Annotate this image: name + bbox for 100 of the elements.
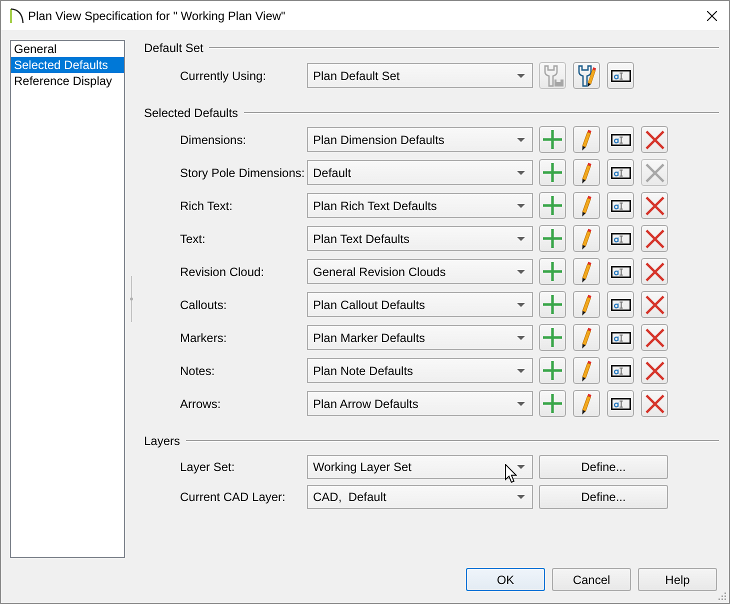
dialog-button[interactable]: Help <box>638 568 717 591</box>
field-label: Story Pole Dimensions: <box>180 166 306 180</box>
edit-button[interactable] <box>573 225 600 252</box>
field-label: Currently Using: <box>180 68 268 82</box>
text-style-button[interactable] <box>607 390 634 417</box>
pencil-icon <box>581 228 592 250</box>
section-heading: Layers <box>144 434 180 448</box>
add-button[interactable] <box>539 225 566 252</box>
add-button[interactable] <box>539 357 566 384</box>
field-label: Callouts: <box>180 298 228 312</box>
edit-button[interactable] <box>573 357 600 384</box>
pencil-icon <box>581 392 592 414</box>
caret-icon <box>517 368 525 372</box>
caret-icon <box>517 302 525 306</box>
field-label: Revision Cloud: <box>180 264 266 278</box>
add-button[interactable] <box>539 159 566 186</box>
dialog-button[interactable]: OK <box>466 568 545 591</box>
plus-icon <box>543 196 562 215</box>
field-label: Rich Text: <box>180 198 234 212</box>
dropdown[interactable]: Plan Dimension Defaults <box>307 127 533 152</box>
dropdown[interactable]: Default <box>307 160 533 185</box>
edit-button[interactable] <box>573 390 600 417</box>
section-heading: Default Set <box>144 41 204 55</box>
dropdown[interactable]: Plan Rich Text Defaults <box>307 193 533 218</box>
edit-button[interactable] <box>573 192 600 219</box>
text-style-button[interactable] <box>607 291 634 318</box>
field-label: Arrows: <box>180 396 222 410</box>
section-heading: Selected Defaults <box>144 106 238 120</box>
pencil-icon <box>581 194 592 216</box>
text-style-button[interactable] <box>607 225 634 252</box>
sidebar-item[interactable]: General <box>11 41 124 57</box>
caret-icon <box>517 270 525 274</box>
field-label: Notes: <box>180 364 216 378</box>
add-button[interactable] <box>539 390 566 417</box>
caret-icon <box>517 402 525 406</box>
text-style-button[interactable] <box>607 258 634 285</box>
add-button[interactable] <box>539 324 566 351</box>
text-box-icon <box>610 70 630 82</box>
add-button[interactable] <box>539 258 566 285</box>
plus-icon <box>543 394 562 413</box>
pencil-icon <box>581 128 592 150</box>
dropdown[interactable]: Plan Callout Defaults <box>307 292 533 317</box>
add-button[interactable] <box>539 126 566 153</box>
dropdown[interactable]: Plan Text Defaults <box>307 226 533 251</box>
dropdown[interactable]: Working Layer Set <box>307 455 533 479</box>
dropdown[interactable]: Plan Marker Defaults <box>307 325 533 350</box>
edit-button[interactable] <box>573 324 600 351</box>
text-style-button[interactable] <box>607 126 634 153</box>
pencil-icon <box>581 326 592 348</box>
field-label: Markers: <box>180 330 228 344</box>
sidebar-item[interactable]: Selected Defaults <box>11 57 124 73</box>
resize-grip-icon[interactable] <box>718 592 727 601</box>
mouse-pointer-icon <box>505 464 517 483</box>
text-style-button[interactable] <box>607 62 634 89</box>
text-box-icon <box>610 266 630 278</box>
caret-icon <box>517 204 525 208</box>
window-title: Plan View Specification for " Working Plan View" <box>28 8 286 22</box>
text-style-button[interactable] <box>607 159 634 186</box>
caret-icon <box>517 138 525 142</box>
sidebar-item[interactable]: Reference Display <box>11 73 124 89</box>
dropdown[interactable]: General Revision Clouds <box>307 259 533 284</box>
plus-icon <box>543 130 562 149</box>
splitter-handle[interactable] <box>130 276 133 322</box>
add-button[interactable] <box>539 192 566 219</box>
pencil-icon <box>581 294 592 316</box>
wrench-pencil-icon <box>576 64 598 86</box>
caret-icon <box>517 236 525 240</box>
pencil-icon <box>581 360 592 382</box>
add-button[interactable] <box>539 291 566 318</box>
plus-icon <box>543 229 562 248</box>
text-style-button[interactable] <box>607 324 634 351</box>
text-style-button[interactable] <box>607 192 634 219</box>
caret-icon <box>517 495 525 499</box>
define-button[interactable]: Define... <box>539 455 668 479</box>
dropdown[interactable]: Plan Note Defaults <box>307 358 533 383</box>
dropdown[interactable]: Plan Arrow Defaults <box>307 391 533 416</box>
dropdown[interactable]: Plan Default Set <box>307 63 533 88</box>
app-icon <box>10 8 24 24</box>
wrench-floppy-icon <box>542 64 564 86</box>
text-style-button[interactable] <box>607 357 634 384</box>
plus-icon <box>543 328 562 347</box>
text-box-icon <box>610 332 630 344</box>
pencil-icon <box>581 162 592 184</box>
edit-set-button[interactable] <box>573 62 600 89</box>
plus-icon <box>543 262 562 281</box>
plus-icon <box>543 163 562 182</box>
field-label: Text: <box>180 232 206 246</box>
edit-button[interactable] <box>573 258 600 285</box>
caret-icon <box>517 170 525 174</box>
edit-button[interactable] <box>573 126 600 153</box>
define-button[interactable]: Define... <box>539 485 668 509</box>
edit-button[interactable] <box>573 159 600 186</box>
plus-icon <box>543 295 562 314</box>
field-label: Layer Set: <box>180 460 236 474</box>
dropdown[interactable]: CAD, Default <box>307 485 533 509</box>
caret-icon <box>517 336 525 340</box>
field-label: Dimensions: <box>180 132 248 146</box>
edit-button[interactable] <box>573 291 600 318</box>
dialog-button[interactable]: Cancel <box>552 568 631 591</box>
text-box-icon <box>610 200 630 212</box>
